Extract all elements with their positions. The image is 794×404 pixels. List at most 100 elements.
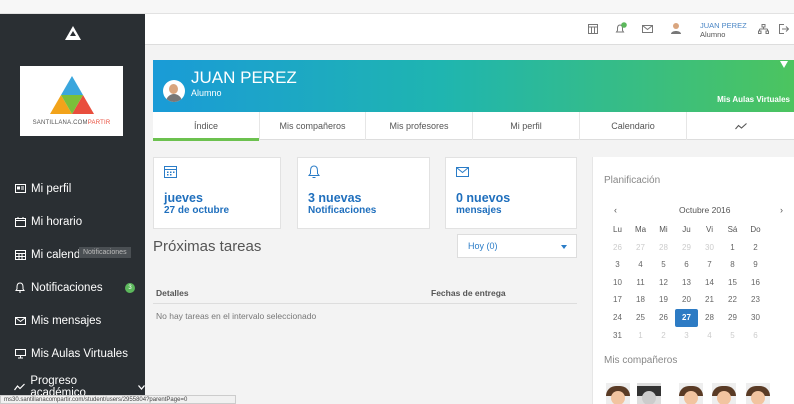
sidebar-item-label: Mis mensajes (31, 314, 102, 327)
sidebar-item-notificaciones[interactable]: Notificaciones 3 (0, 271, 145, 304)
calendar-day[interactable]: 6 (675, 256, 698, 274)
calendar-day[interactable]: 28 (652, 239, 675, 257)
classmate-avatar[interactable] (637, 383, 661, 404)
browser-top-strip (0, 0, 794, 14)
trend-icon (14, 381, 26, 393)
sidebar-item-mi-perfil[interactable]: Mi perfil (0, 172, 145, 205)
calendar-day[interactable]: 18 (629, 291, 652, 309)
brand-tagline: SANTILLANA.COMPARTIR (32, 120, 111, 126)
weekday-label: Do (750, 225, 761, 234)
calendar-day[interactable]: 25 (629, 309, 652, 327)
dropdown-triangle-icon[interactable] (780, 61, 788, 68)
avatar[interactable] (670, 22, 682, 37)
calendar-day[interactable]: 8 (721, 256, 744, 274)
calendar-day[interactable]: 27 (629, 239, 652, 257)
calendar-day[interactable]: 24 (606, 309, 629, 327)
caret-down-icon (561, 245, 567, 249)
classmate-avatar[interactable] (746, 383, 770, 404)
calendar-day[interactable]: 5 (652, 256, 675, 274)
calendar-day[interactable]: 5 (721, 327, 744, 345)
prev-month-button[interactable]: ‹ (614, 205, 617, 215)
bell-icon[interactable] (615, 22, 627, 38)
calendar-day[interactable]: 2 (744, 239, 767, 257)
tasks-title: Próximas tareas (153, 238, 262, 255)
weekday-label: Ma (634, 225, 647, 234)
calendar-week: 10 11 12 13 14 15 16 (606, 274, 789, 292)
classmate-avatar[interactable] (606, 383, 630, 404)
calendar-day[interactable]: 14 (698, 274, 721, 292)
calendar-day[interactable]: 17 (606, 291, 629, 309)
envelope-icon[interactable] (642, 24, 653, 36)
notifications-count: 3 nuevas (308, 191, 362, 205)
bell-icon (308, 165, 320, 182)
calendar-week: 17 18 19 20 21 22 23 (606, 291, 789, 309)
calendar-day[interactable]: 7 (698, 256, 721, 274)
calendar-day[interactable]: 26 (652, 309, 675, 327)
next-month-button[interactable]: › (780, 205, 783, 215)
calendar-day[interactable]: 3 (606, 256, 629, 274)
weekday-label: Lu (613, 225, 622, 234)
calendar-day[interactable]: 11 (629, 274, 652, 292)
tab-mis-profesores[interactable]: Mis profesores (366, 112, 473, 140)
calendar-day[interactable]: 9 (744, 256, 767, 274)
calendar-day[interactable]: 23 (744, 291, 767, 309)
brand-logo: SANTILLANA.COMPARTIR (20, 66, 123, 136)
logout-icon[interactable] (779, 24, 790, 37)
tab-mis-companeros[interactable]: Mis compañeros (260, 112, 366, 140)
calendar-grid-icon (164, 165, 177, 181)
sidebar-item-mi-horario[interactable]: Mi horario (0, 205, 145, 238)
calendar-day[interactable]: 4 (629, 256, 652, 274)
classmate-avatar[interactable] (712, 383, 736, 404)
messages-card[interactable]: 0 nuevos mensajes (445, 157, 577, 229)
tasks-table-header: Detalles Fechas de entrega (153, 280, 577, 304)
messages-count: 0 nuevos (456, 191, 511, 205)
tab-mi-perfil[interactable]: Mi perfil (473, 112, 580, 140)
calendar-day[interactable]: 21 (698, 291, 721, 309)
calendar-day[interactable]: 22 (721, 291, 744, 309)
calendar-week: 3 4 5 6 7 8 9 (606, 256, 789, 274)
tab-indice[interactable]: Índice (153, 112, 260, 141)
calendar-day[interactable]: 1 (721, 239, 744, 257)
column-header-due-date: Fechas de entrega (431, 288, 506, 298)
notifications-card[interactable]: 3 nuevas Notificaciones (297, 157, 430, 229)
classmate-avatar[interactable] (679, 383, 703, 404)
calendar-day[interactable]: 30 (698, 239, 721, 257)
calendar-day[interactable]: 12 (652, 274, 675, 292)
calendar-day[interactable]: 16 (744, 274, 767, 292)
calendar-day[interactable]: 1 (629, 327, 652, 345)
calendar-day[interactable]: 28 (698, 309, 721, 327)
date-day: 27 de octubre (164, 205, 230, 216)
sitemap-icon[interactable] (758, 24, 769, 37)
app-logo[interactable] (0, 14, 145, 52)
planning-panel: Planificación ‹ Octubre 2016 › Lu Ma Mi … (592, 157, 794, 404)
calendar-day[interactable]: 26 (606, 239, 629, 257)
calendar-day[interactable]: 29 (721, 309, 744, 327)
calendar-month: Octubre 2016 (679, 205, 731, 215)
tasks-filter-select[interactable]: Hoy (0) (457, 234, 577, 258)
monitor-icon (14, 348, 26, 360)
calendar-day[interactable]: 4 (698, 327, 721, 345)
calendar-day[interactable]: 20 (675, 291, 698, 309)
calendar-day-today[interactable]: 27 (675, 308, 698, 327)
weekday-label: Vi (706, 225, 713, 234)
tab-calendario[interactable]: Calendario (580, 112, 687, 140)
sidebar-item-mis-aulas-virtuales[interactable]: Mis Aulas Virtuales (0, 337, 145, 370)
calendar-day[interactable]: 6 (744, 327, 767, 345)
sidebar-item-mis-mensajes[interactable]: Mis mensajes (0, 304, 145, 337)
calendar-day[interactable]: 13 (675, 274, 698, 292)
user-menu[interactable]: JUAN PEREZ Alumno (700, 21, 747, 39)
tab-progreso[interactable] (687, 112, 794, 140)
calendar-day[interactable]: 19 (652, 291, 675, 309)
calendar-day[interactable]: 3 (675, 327, 698, 345)
calendar-grid-icon[interactable] (588, 24, 598, 37)
calendar-day[interactable]: 2 (652, 327, 675, 345)
calendar-day[interactable]: 10 (606, 274, 629, 292)
santillana-logo-icon (49, 76, 94, 114)
calendar-day[interactable]: 30 (744, 309, 767, 327)
calendar-day[interactable]: 31 (606, 327, 629, 345)
calendar-day[interactable]: 15 (721, 274, 744, 292)
calendar-day[interactable]: 29 (675, 239, 698, 257)
sidebar-item-mi-calendario[interactable]: Mi calendario Notificaciones (0, 238, 145, 271)
aulas-virtuales-link[interactable]: Mis Aulas Virtuales (717, 95, 790, 104)
weekday-label: Ju (682, 225, 691, 234)
